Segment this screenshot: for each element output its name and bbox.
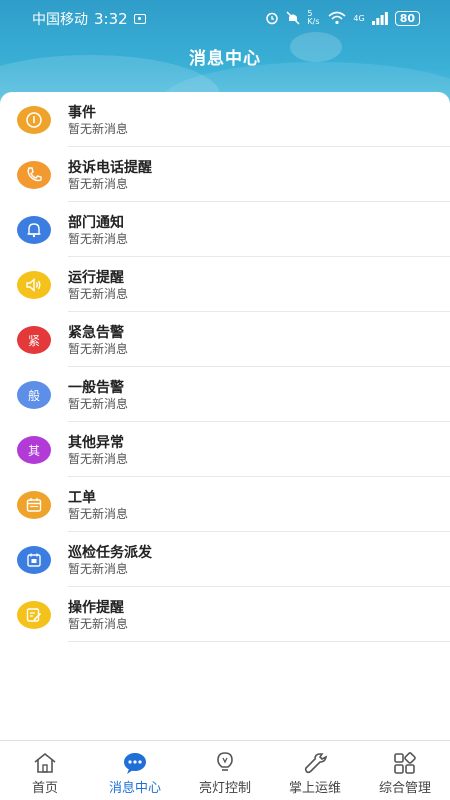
message-title: 工单 — [68, 490, 96, 506]
battery-indicator: 80 — [394, 10, 420, 26]
tab-home[interactable]: 首页 — [0, 741, 90, 800]
tab-label: 亮灯控制 — [198, 781, 251, 796]
tab-bulb[interactable]: 亮灯控制 — [180, 741, 270, 800]
network-speed: 5 K/s — [307, 9, 320, 26]
task-icon — [17, 546, 51, 574]
calendar-icon — [17, 491, 51, 519]
message-subtitle: 暂无新消息 — [68, 342, 129, 356]
message-item[interactable]: 投诉电话提醒 暂无新消息 — [0, 147, 450, 202]
message-item[interactable]: 工单 暂无新消息 — [0, 477, 450, 532]
grid-icon — [391, 751, 419, 775]
message-subtitle: 暂无新消息 — [68, 562, 129, 576]
tab-label: 消息中心 — [108, 781, 161, 796]
signal-icon — [371, 11, 388, 25]
edit-icon — [17, 601, 51, 629]
bell-icon — [17, 216, 51, 244]
message-subtitle: 暂无新消息 — [68, 232, 129, 246]
message-item[interactable]: 运行提醒 暂无新消息 — [0, 257, 450, 312]
speaker-icon — [17, 271, 51, 299]
message-subtitle: 暂无新消息 — [68, 287, 129, 301]
wifi-icon — [328, 11, 346, 25]
message-item[interactable]: 操作提醒 暂无新消息 — [0, 587, 450, 642]
message-subtitle: 暂无新消息 — [68, 507, 129, 521]
mute-icon — [286, 11, 300, 25]
message-title: 事件 — [68, 105, 96, 121]
message-subtitle: 暂无新消息 — [68, 452, 129, 466]
tab-label: 掌上运维 — [288, 781, 341, 796]
message-title: 一般告警 — [68, 380, 124, 396]
message-title: 巡检任务派发 — [68, 545, 152, 561]
message-title: 运行提醒 — [68, 270, 124, 286]
phone-icon — [17, 161, 51, 189]
message-title: 其他异常 — [68, 435, 124, 451]
tab-chat[interactable]: 消息中心 — [90, 741, 180, 800]
message-list: 事件 暂无新消息 投诉电话提醒 暂无新消息 部门通知 暂无新消息 运行提醒 暂无新消息紧紧急告… — [0, 92, 450, 740]
general-icon: 般 — [17, 381, 51, 409]
message-item[interactable]: 紧 紧急告警 暂无新消息 — [0, 312, 450, 367]
tab-wrench[interactable]: 掌上运维 — [270, 741, 360, 800]
bulb-icon — [211, 751, 239, 775]
tab-label: 综合管理 — [378, 781, 431, 796]
message-title: 部门通知 — [68, 215, 124, 231]
message-title: 紧急告警 — [68, 325, 124, 341]
tab-grid[interactable]: 综合管理 — [360, 741, 450, 800]
other-icon: 其 — [17, 436, 51, 464]
page-title: 消息中心 — [189, 49, 261, 69]
clock: 3:32 — [94, 10, 128, 28]
message-subtitle: 暂无新消息 — [68, 397, 129, 411]
tab-label: 首页 — [31, 781, 58, 796]
alarm-icon — [266, 12, 279, 25]
message-item[interactable]: 般 一般告警 暂无新消息 — [0, 367, 450, 422]
wrench-icon — [301, 751, 329, 775]
network-type: 4G — [353, 13, 365, 23]
message-item[interactable]: 其 其他异常 暂无新消息 — [0, 422, 450, 477]
home-icon — [31, 751, 59, 775]
notification-image-icon — [133, 14, 146, 24]
chat-icon — [121, 751, 149, 775]
info-icon — [17, 106, 51, 134]
message-subtitle: 暂无新消息 — [68, 177, 129, 191]
status-bar: 中国移动 3:32 5 K/s 4G 80 — [0, 0, 450, 36]
divider — [68, 641, 450, 642]
message-item[interactable]: 事件 暂无新消息 — [0, 92, 450, 147]
message-subtitle: 暂无新消息 — [68, 122, 129, 136]
urgent-icon: 紧 — [17, 326, 51, 354]
bottom-tab-bar: 首页 消息中心 亮灯控制 掌上运维 综合管理 — [0, 740, 450, 800]
message-title: 操作提醒 — [68, 600, 124, 616]
message-title: 投诉电话提醒 — [68, 160, 152, 176]
message-item[interactable]: 部门通知 暂无新消息 — [0, 202, 450, 257]
message-item[interactable]: 巡检任务派发 暂无新消息 — [0, 532, 450, 587]
carrier-label: 中国移动 — [32, 12, 88, 28]
message-subtitle: 暂无新消息 — [68, 617, 129, 631]
